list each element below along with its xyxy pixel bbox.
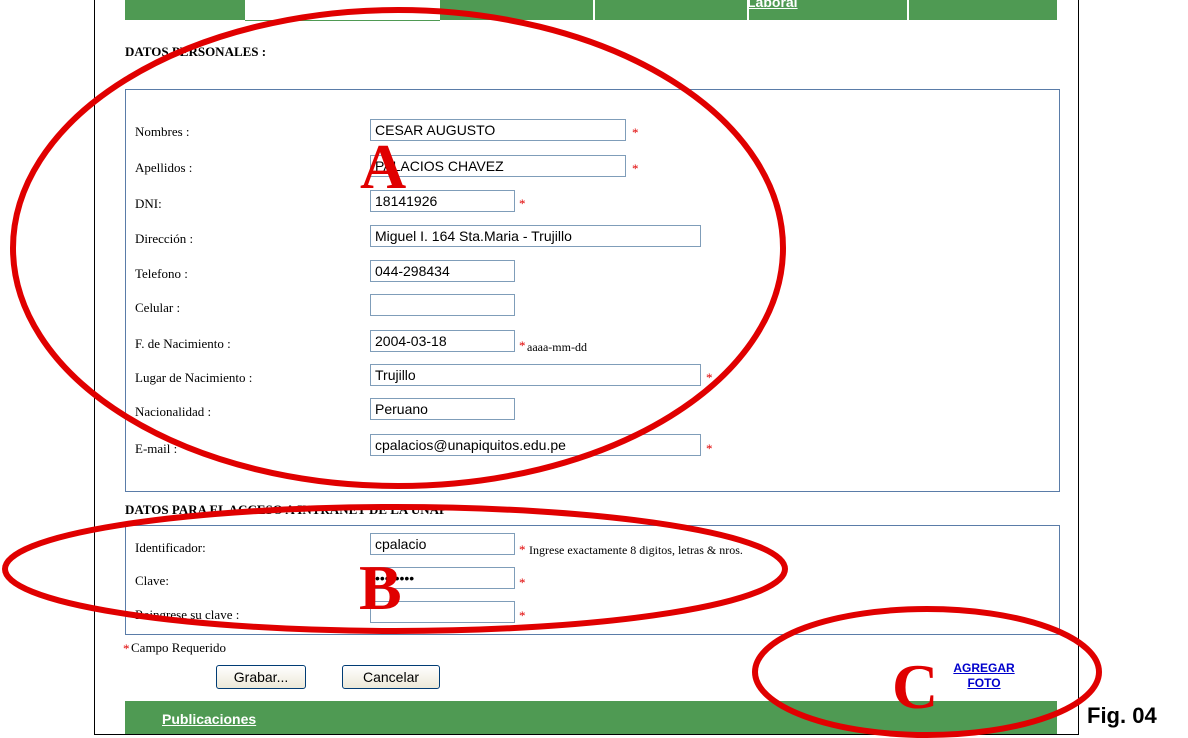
required-marker: *	[706, 370, 713, 385]
add-photo-link-line2[interactable]: FOTO	[967, 676, 1000, 690]
required-marker: *	[706, 441, 713, 456]
required-marker: *	[519, 542, 526, 557]
access-data-box	[125, 525, 1060, 635]
identificador-hint: Ingrese exactamente 8 digitos, letras & …	[529, 543, 743, 557]
tab-laboral[interactable]: Laboral	[747, 0, 798, 10]
nacionalidad-label: Nacionalidad :	[135, 404, 212, 419]
tab-separator	[593, 0, 595, 20]
required-note-star: *	[123, 641, 130, 656]
required-note: Campo Requerido	[131, 640, 226, 655]
required-marker: *	[632, 125, 639, 140]
form-frame: Laboral DATOS PERSONALES : Nombres : CES…	[94, 0, 1079, 735]
dni-label: DNI:	[135, 196, 162, 211]
required-marker: *	[519, 608, 526, 623]
direccion-input[interactable]: Miguel I. 164 Sta.Maria - Trujillo	[370, 225, 701, 247]
fecha-nacimiento-label: F. de Nacimiento :	[135, 336, 231, 351]
cancel-button[interactable]: Cancelar	[342, 665, 440, 689]
save-button[interactable]: Grabar...	[216, 665, 306, 689]
required-marker: *	[519, 575, 526, 590]
annotation-letter-c: C	[892, 651, 939, 722]
telefono-input[interactable]: 044-298434	[370, 260, 515, 282]
clave-label: Clave:	[135, 573, 169, 588]
required-marker: *	[519, 196, 526, 211]
lugar-nacimiento-input[interactable]: Trujillo	[370, 364, 701, 386]
personal-section-title: DATOS PERSONALES :	[125, 44, 267, 59]
telefono-label: Telefono :	[135, 266, 188, 281]
direccion-label: Dirección :	[135, 231, 194, 246]
celular-input[interactable]	[370, 294, 515, 316]
add-photo-link-line1[interactable]: AGREGAR	[953, 661, 1014, 675]
nombres-label: Nombres :	[135, 124, 190, 139]
email-label: E-mail :	[135, 441, 178, 456]
annotation-letter-b: B	[359, 552, 402, 623]
lugar-nacimiento-label: Lugar de Nacimiento :	[135, 370, 253, 385]
date-format-hint: aaaa-mm-dd	[527, 340, 587, 354]
required-marker: *	[519, 338, 526, 353]
tab-datos-personales[interactable]	[245, 0, 440, 21]
identificador-label: Identificador:	[135, 540, 206, 555]
tab-separator	[907, 0, 909, 20]
access-section-title: DATOS PARA EL ACCESO A INTRANET DE LA UN…	[125, 502, 447, 517]
figure-label: Fig. 04	[1087, 703, 1157, 728]
tab-separator	[395, 0, 397, 20]
fecha-nacimiento-input[interactable]: 2004-03-18	[370, 330, 515, 352]
nombres-input[interactable]: CESAR AUGUSTO	[370, 119, 626, 141]
annotation-letter-a: A	[360, 131, 407, 202]
celular-label: Celular :	[135, 300, 181, 315]
nacionalidad-input[interactable]: Peruano	[370, 398, 515, 420]
footer-publicaciones-link[interactable]: Publicaciones	[162, 711, 256, 727]
required-marker: *	[632, 161, 639, 176]
reingrese-clave-label: Reingrese su clave :	[135, 607, 240, 622]
email-input[interactable]: cpalacios@unapiquitos.edu.pe	[370, 434, 701, 456]
apellidos-label: Apellidos :	[135, 160, 193, 175]
apellidos-input[interactable]: PALACIOS CHAVEZ	[370, 155, 626, 177]
add-photo-link[interactable]: AGREGAR FOTO	[953, 661, 1015, 691]
personal-data-box	[125, 89, 1060, 492]
